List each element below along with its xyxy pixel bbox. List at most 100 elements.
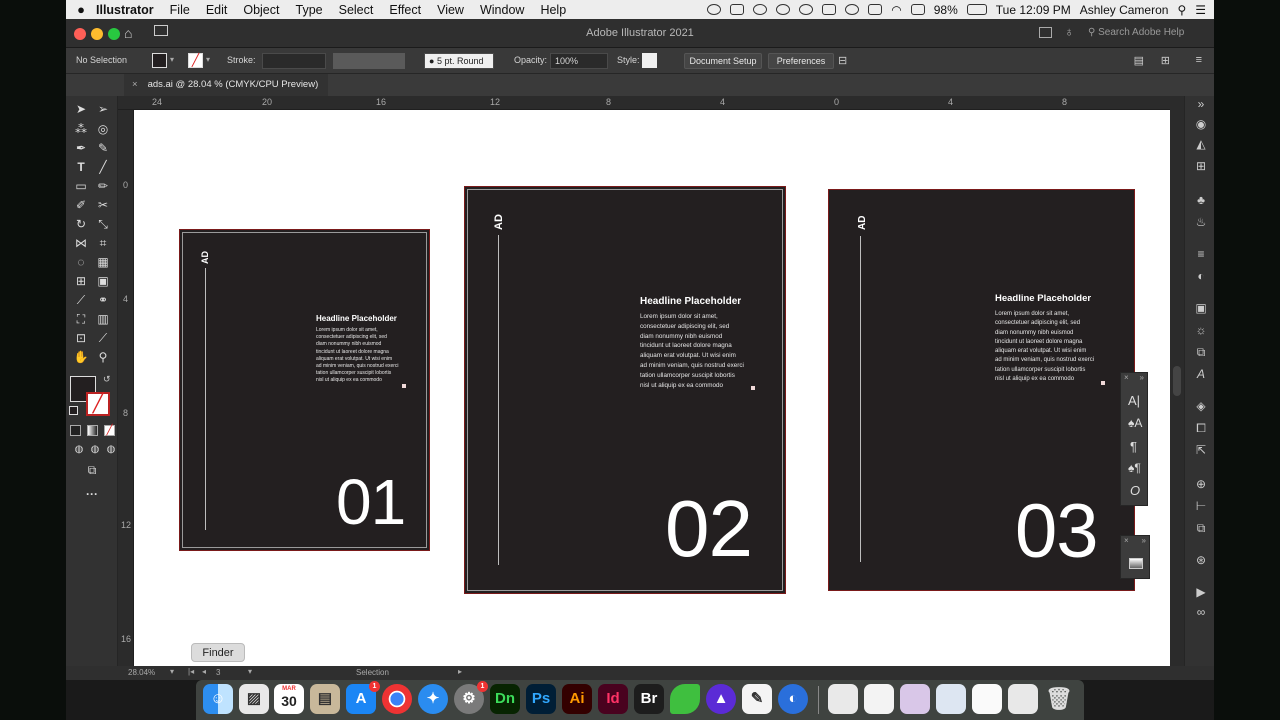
scale-tool-icon[interactable]: ⤡ xyxy=(94,215,112,233)
color-guide-icon[interactable]: ◭ xyxy=(1193,136,1209,152)
screen-recorder-icon[interactable]: ◐ xyxy=(778,684,808,714)
stroke-weight-field[interactable] xyxy=(262,53,326,69)
edit-toolbar-icon[interactable]: ··· xyxy=(83,485,101,503)
variable-width-profile[interactable] xyxy=(333,53,405,69)
none-mode-icon[interactable]: ╱ xyxy=(104,425,115,436)
zoom-tool-icon[interactable]: ⚲ xyxy=(94,348,112,366)
layers-icon[interactable]: ◈ xyxy=(1193,398,1209,414)
scrollbar-thumb[interactable] xyxy=(1173,366,1181,396)
airplay-icon[interactable] xyxy=(822,4,837,15)
pathfinder-icon[interactable]: ⧉ xyxy=(1193,520,1209,536)
lightbulb-icon[interactable]: ♁ xyxy=(1064,24,1074,39)
direct-selection-tool-icon[interactable]: ➢ xyxy=(94,100,112,118)
canvas[interactable]: AD Headline Placeholder Lorem ipsum dolo… xyxy=(134,110,1170,666)
scissors-tool-icon[interactable]: ✂ xyxy=(94,196,112,214)
transform-icon[interactable]: ⊞ xyxy=(1161,54,1170,67)
stroke-panel-icon[interactable]: ≡ xyxy=(1193,246,1209,262)
display-icon[interactable] xyxy=(910,4,925,15)
panel-grip-icon[interactable]: » xyxy=(1193,96,1209,112)
indesign-icon[interactable]: Id xyxy=(598,684,628,714)
menu-object[interactable]: Object xyxy=(243,3,279,17)
status-menu-icon[interactable]: ▸ xyxy=(458,667,462,676)
artboard-03[interactable]: AD Headline Placeholder Lorem ipsum dolo… xyxy=(828,189,1135,591)
line-tool-icon[interactable]: ╱ xyxy=(94,158,112,176)
screen-icon[interactable] xyxy=(730,4,745,15)
bridge-icon[interactable]: Br xyxy=(634,684,664,714)
stroke-dropdown-icon[interactable]: ▾ xyxy=(206,55,210,64)
preview-icon[interactable]: ▨ xyxy=(239,684,269,714)
recent-document-thumbnail[interactable] xyxy=(972,684,1002,714)
menu-window[interactable]: Window xyxy=(480,3,524,17)
gradient-tool-icon[interactable]: ▣ xyxy=(94,272,112,290)
battery-icon[interactable] xyxy=(966,4,987,15)
vpn-icon[interactable] xyxy=(799,4,814,15)
notes-icon[interactable]: ▤ xyxy=(310,684,340,714)
artboards-icon[interactable]: ⧠ xyxy=(1193,420,1209,436)
gradient-icon[interactable] xyxy=(1129,558,1143,569)
gradient-mode-icon[interactable] xyxy=(87,425,98,436)
selection-tool-icon[interactable]: ➤ xyxy=(72,100,90,118)
previous-artboard-icon[interactable]: ◂ xyxy=(202,667,206,676)
recent-document-thumbnail[interactable] xyxy=(1008,684,1038,714)
leaf-app-icon[interactable] xyxy=(670,684,700,714)
safari-icon[interactable]: ✦ xyxy=(418,684,448,714)
document-setup-button[interactable]: Document Setup xyxy=(684,53,762,69)
actions-icon[interactable]: ▶ xyxy=(1193,584,1209,600)
width-tool-icon[interactable]: ⋈ xyxy=(72,234,90,252)
dimension-icon[interactable]: Dn xyxy=(490,684,520,714)
search-help-field[interactable]: ⚲ Search Adobe Help xyxy=(1082,24,1206,42)
free-transform-tool-icon[interactable]: ⌗ xyxy=(94,234,112,252)
creative-cloud-icon[interactable] xyxy=(753,4,768,15)
graphic-styles-icon[interactable]: ☼ xyxy=(1193,322,1209,338)
default-colors-icon[interactable] xyxy=(69,406,78,415)
trash-icon[interactable]: 🗑 xyxy=(1044,684,1074,714)
system-preferences-icon[interactable]: ⚙ 1 xyxy=(454,681,488,714)
paragraph-styles-icon[interactable]: ♠¶ xyxy=(1128,461,1141,475)
menu-type[interactable]: Type xyxy=(296,3,323,17)
collapse-panel-icon[interactable]: » xyxy=(1142,536,1146,545)
fill-swatch[interactable] xyxy=(152,53,167,68)
eyedropper-tool-icon[interactable]: ⟋ xyxy=(72,291,90,309)
first-artboard-icon[interactable]: |◂ xyxy=(188,667,194,676)
pen-tool-icon[interactable]: ✒ xyxy=(72,139,90,157)
links-icon[interactable]: ∞ xyxy=(1193,604,1209,620)
wifi-icon[interactable]: ◠ xyxy=(891,3,901,17)
paragraph-icon[interactable]: ¶ xyxy=(1130,439,1137,454)
mesh-tool-icon[interactable]: ⊞ xyxy=(72,272,90,290)
close-tab-icon[interactable]: × xyxy=(132,79,138,90)
align-left-icon[interactable]: ⊢ xyxy=(1193,498,1209,514)
artboard-dropdown-icon[interactable]: ▾ xyxy=(248,667,252,676)
artboard-01[interactable]: AD Headline Placeholder Lorem ipsum dolo… xyxy=(179,229,430,551)
arrange-documents-icon[interactable] xyxy=(1039,27,1052,38)
menubar-clock[interactable]: Tue 12:09 PM xyxy=(996,3,1071,17)
menu-help[interactable]: Help xyxy=(540,3,566,17)
align-options-icon[interactable]: ⊟ xyxy=(838,54,847,67)
hand-tool-icon[interactable]: ✋ xyxy=(72,348,90,366)
vertical-scrollbar[interactable] xyxy=(1170,96,1184,666)
calendar-icon[interactable]: MAR 30 xyxy=(274,684,304,714)
menu-file[interactable]: File xyxy=(170,3,190,17)
artboard-tool-icon[interactable]: ⊡ xyxy=(72,329,90,347)
bluetooth-icon[interactable] xyxy=(868,4,883,15)
illustrator-icon[interactable]: Ai xyxy=(562,684,592,714)
magic-wand-tool-icon[interactable]: ⁂ xyxy=(72,120,90,138)
opentype-icon[interactable]: O xyxy=(1130,483,1140,498)
astro-icon[interactable]: ▲ xyxy=(706,684,736,714)
stroke-swatch[interactable]: ╱ xyxy=(188,53,203,68)
close-panel-icon[interactable]: × xyxy=(1124,373,1129,382)
control-center-icon[interactable]: ☰ xyxy=(1195,3,1206,17)
slice-tool-icon[interactable]: ⟋ xyxy=(94,329,112,347)
menu-select[interactable]: Select xyxy=(339,3,374,17)
shaper-tool-icon[interactable]: ✐ xyxy=(72,196,90,214)
zoom-dropdown-icon[interactable]: ▾ xyxy=(170,667,174,676)
screen-mode-icon[interactable]: ⧉ xyxy=(83,461,101,479)
shape-builder-tool-icon[interactable]: ◌ xyxy=(72,253,90,271)
lastpass-icon[interactable] xyxy=(776,4,791,15)
preferences-button[interactable]: Preferences xyxy=(768,53,834,69)
artboard-index[interactable]: 3 xyxy=(216,668,220,677)
opacity-field[interactable]: 100% xyxy=(550,53,608,69)
swatches-icon[interactable]: ⊞ xyxy=(1193,158,1209,174)
symbol-sprayer-tool-icon[interactable]: ⛶ xyxy=(72,310,90,328)
appearance-icon[interactable]: ◐ xyxy=(1193,268,1209,284)
curvature-tool-icon[interactable]: ✎ xyxy=(94,139,112,157)
